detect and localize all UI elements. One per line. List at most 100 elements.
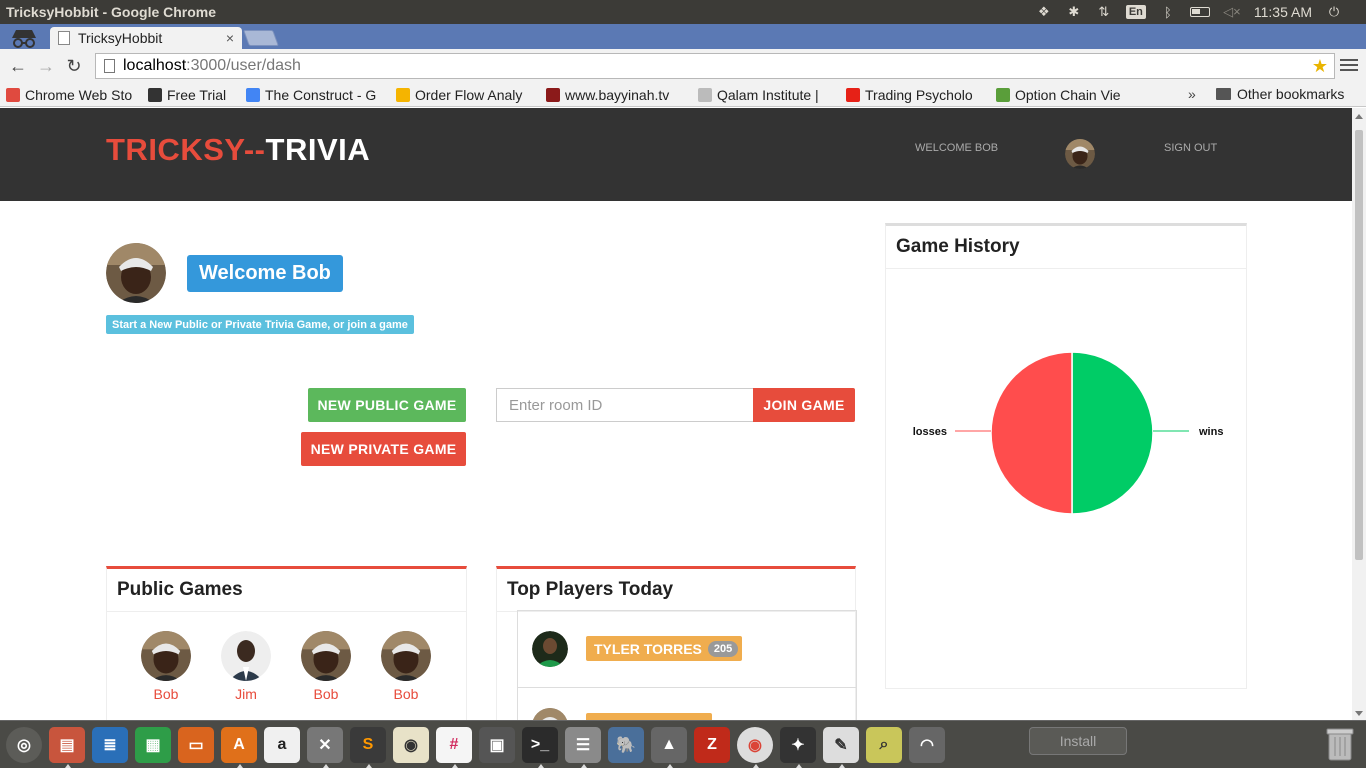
player-name: TYLER TORRES xyxy=(594,640,702,657)
bookmark-item[interactable]: Order Flow Analy xyxy=(390,87,540,103)
header-avatar[interactable] xyxy=(1065,139,1095,169)
postgres-elephant-icon[interactable]: 🐘 xyxy=(608,726,644,763)
image-viewer-icon[interactable]: ⌕ xyxy=(866,726,902,763)
game-host-name: Bob xyxy=(393,686,419,702)
pie-slice-losses[interactable] xyxy=(990,351,1073,515)
calc-icon[interactable]: ▦ xyxy=(135,726,171,763)
tab-label: TricksyHobbit xyxy=(78,30,163,46)
game-history-title: Game History xyxy=(886,226,1246,269)
player-row[interactable] xyxy=(518,688,856,720)
impress-icon[interactable]: ▭ xyxy=(178,726,214,763)
other-bookmarks-folder[interactable]: Other bookmarks xyxy=(1216,86,1344,102)
check-icon xyxy=(996,87,1010,102)
new-private-game-button[interactable]: NEW PRIVATE GAME xyxy=(301,432,466,466)
public-game-item[interactable]: Bob xyxy=(141,631,191,702)
bookmark-label: www.bayyinah.tv xyxy=(565,86,670,103)
app-icon[interactable]: ▲ xyxy=(651,726,687,768)
youtube-icon xyxy=(846,87,860,102)
bookmark-label: Trading Psycholo xyxy=(865,86,973,103)
brand-part-trivia: TRIVIA xyxy=(265,132,371,167)
new-public-game-button[interactable]: NEW PUBLIC GAME xyxy=(308,388,466,422)
bookmark-item[interactable]: Qalam Institute | xyxy=(692,87,840,103)
new-tab-button[interactable] xyxy=(243,30,279,46)
bookmark-item[interactable]: The Construct - G xyxy=(240,87,390,103)
circle-icon xyxy=(396,87,410,102)
files-icon[interactable]: ▤ xyxy=(49,726,85,768)
keyboard-layout-indicator[interactable]: En xyxy=(1125,5,1146,19)
battery-icon[interactable] xyxy=(1189,7,1210,17)
public-games-panel: Public Games Bob Jim Bob Bob xyxy=(106,566,467,720)
public-games-list: Bob Jim Bob Bob xyxy=(141,631,431,702)
sublime-text-icon[interactable]: S xyxy=(350,726,386,768)
top-players-list: TYLER TORRES 205 xyxy=(517,610,857,720)
tab-close-icon[interactable]: × xyxy=(226,30,234,46)
url-host: localhost xyxy=(123,57,187,74)
game-host-name: Bob xyxy=(153,686,179,702)
install-button[interactable]: Install xyxy=(1029,727,1127,755)
top-players-panel: Top Players Today TYLER TORRES 205 xyxy=(496,566,857,720)
brand-logo[interactable]: TRICKSY--TRIVIA xyxy=(106,132,370,168)
game-history-panel: Game History wins losses xyxy=(885,223,1247,689)
bookmarks-overflow-chevron-icon[interactable]: » xyxy=(1188,86,1196,102)
game-history-chart: wins losses xyxy=(886,266,1246,690)
pie-slice-wins[interactable] xyxy=(1071,351,1154,515)
bookmark-item[interactable]: Trading Psycholo xyxy=(840,87,990,103)
inkscape-icon[interactable]: ✦ xyxy=(780,726,816,768)
game-host-name: Bob xyxy=(313,686,339,702)
tab-tricksyhobbit[interactable]: TricksyHobbit × xyxy=(50,27,242,49)
room-id-input[interactable]: Enter room ID xyxy=(496,388,754,422)
network-arrows-icon[interactable]: ⇅ xyxy=(1096,4,1112,20)
pie-label-losses: losses xyxy=(913,426,947,438)
public-games-title: Public Games xyxy=(107,569,466,612)
dropbox-icon[interactable]: ❖ xyxy=(1036,4,1052,20)
trash-icon[interactable] xyxy=(1322,724,1358,764)
system-settings-icon[interactable]: ✕ xyxy=(307,726,343,768)
player-score-badge: 205 xyxy=(707,640,739,657)
bookmark-item[interactable]: Option Chain Vie xyxy=(990,87,1140,103)
volume-muted-icon[interactable]: ◁× xyxy=(1223,4,1241,20)
forward-arrow-icon[interactable]: → xyxy=(32,52,60,80)
public-game-item[interactable]: Bob xyxy=(301,631,351,702)
bookmark-label: Chrome Web Sto xyxy=(25,86,133,103)
player-row[interactable]: TYLER TORRES 205 xyxy=(518,611,856,688)
database-icon[interactable]: ☰ xyxy=(565,726,601,768)
bookmark-item[interactable]: Chrome Web Sto xyxy=(0,87,142,103)
bookmark-star-icon[interactable]: ★ xyxy=(1312,56,1328,77)
game-host-avatar xyxy=(381,631,431,681)
page-scrollbar[interactable] xyxy=(1352,108,1366,720)
filezilla-icon[interactable]: Z xyxy=(694,726,730,763)
rhythmbox-icon[interactable]: ◉ xyxy=(393,726,429,763)
reload-icon[interactable]: ↻ xyxy=(60,52,88,80)
writer-icon[interactable]: ≣ xyxy=(92,726,128,763)
ubuntu-dash-icon[interactable]: ◎ xyxy=(6,726,42,763)
back-arrow-icon[interactable]: ← xyxy=(4,52,32,80)
bookmark-item[interactable]: www.bayyinah.tv xyxy=(540,87,692,103)
scrollbar-thumb[interactable] xyxy=(1355,130,1363,560)
scroll-down-arrow-icon[interactable] xyxy=(1355,711,1363,716)
address-bar[interactable]: localhost :3000/user/dash ★ xyxy=(95,53,1335,79)
sign-out-link[interactable]: SIGN OUT xyxy=(1164,142,1217,154)
slack-icon[interactable]: # xyxy=(436,726,472,768)
chrome-icon[interactable]: ◉ xyxy=(737,726,773,768)
amazon-icon[interactable]: a xyxy=(264,726,300,763)
power-icon[interactable]: ⏻ xyxy=(1326,4,1342,20)
network-wifi-icon[interactable]: ◠ xyxy=(909,726,945,763)
clock[interactable]: 11:35 AM xyxy=(1254,4,1312,20)
public-game-item[interactable]: Bob xyxy=(381,631,431,702)
scroll-up-arrow-icon[interactable] xyxy=(1355,114,1363,119)
terminal-icon[interactable]: >_ xyxy=(522,726,558,768)
subtitle-badge: Start a New Public or Private Trivia Gam… xyxy=(106,315,414,334)
text-editor-icon[interactable]: ✎ xyxy=(823,726,859,768)
public-game-item[interactable]: Jim xyxy=(221,631,271,702)
page-icon xyxy=(104,59,115,73)
bookmark-item[interactable]: Free Trial xyxy=(142,87,240,103)
chrome-store-icon xyxy=(6,87,20,102)
header-welcome-link[interactable]: WELCOME BOB xyxy=(915,142,998,154)
workspace-switcher-icon[interactable]: ▣ xyxy=(479,726,515,763)
chrome-menu-icon[interactable] xyxy=(1340,56,1358,76)
player-name-badge xyxy=(586,713,712,720)
software-center-icon[interactable]: A xyxy=(221,726,257,768)
settings-gear-icon[interactable]: ✱ xyxy=(1066,4,1082,20)
bluetooth-icon[interactable]: ᛒ xyxy=(1160,4,1176,20)
join-game-button[interactable]: JOIN GAME xyxy=(753,388,855,422)
